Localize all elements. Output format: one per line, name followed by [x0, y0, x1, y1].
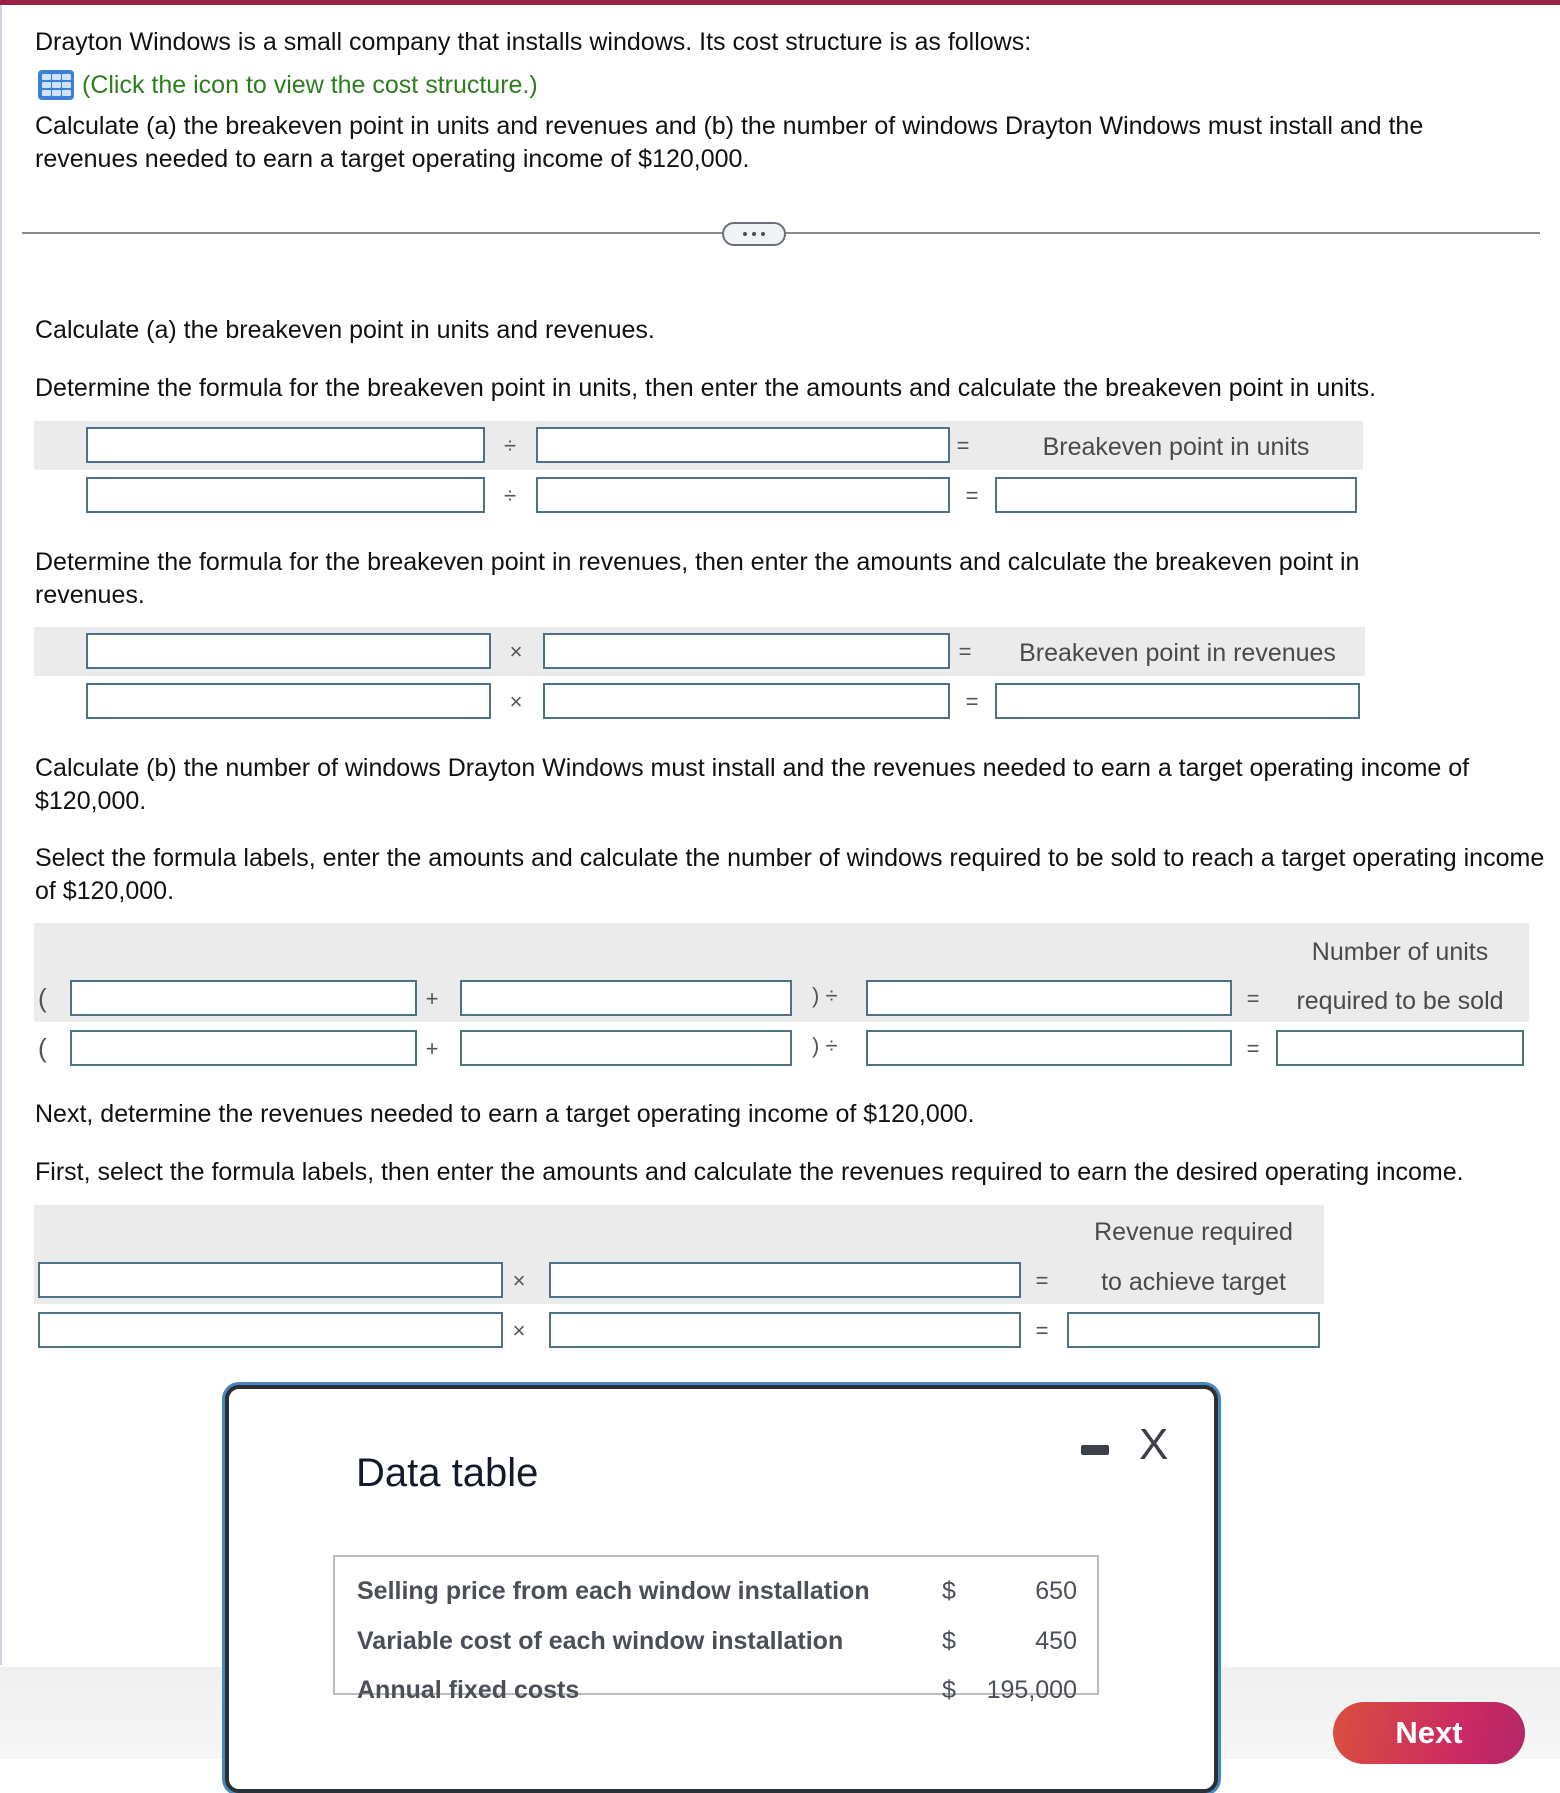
- part-b-revenues-instruction: First, select the formula labels, then e…: [35, 1158, 1464, 1186]
- multiply-operator: ×: [509, 689, 523, 714]
- equals-sign: =: [965, 689, 979, 714]
- part-b-revenues-intro: Next, determine the revenues needed to e…: [35, 1100, 975, 1128]
- part-b-heading: Calculate (b) the number of windows Dray…: [35, 754, 1470, 815]
- close-paren-divide: ) ÷: [812, 1033, 838, 1058]
- be-rev-result-input[interactable]: [995, 683, 1360, 719]
- part-a-revenues-instruction: Determine the formula for the breakeven …: [35, 548, 1360, 609]
- divide-operator: ÷: [503, 483, 517, 508]
- equals-sign: =: [958, 639, 972, 664]
- row-currency: $: [942, 1676, 956, 1704]
- cost-structure-link[interactable]: (Click the icon to view the cost structu…: [38, 70, 538, 100]
- units-required-label-line1: Number of units: [1311, 938, 1489, 966]
- cost-structure-link-text[interactable]: (Click the icon to view the cost structu…: [82, 71, 538, 100]
- close-paren-divide: ) ÷: [812, 983, 838, 1008]
- breakeven-revenues-label: Breakeven point in revenues: [1019, 639, 1336, 667]
- equals-sign: =: [1035, 1318, 1049, 1343]
- be-units-result-input[interactable]: [995, 477, 1357, 513]
- be-rev-amount-1-input[interactable]: [86, 683, 491, 719]
- target-rev-amount-1-input[interactable]: [38, 1312, 503, 1348]
- be-rev-amount-2-input[interactable]: [543, 683, 950, 719]
- row-currency: $: [942, 1627, 956, 1655]
- row-label: Selling price from each window installat…: [357, 1577, 870, 1605]
- revenue-required-label-line2: to achieve target: [1101, 1268, 1286, 1296]
- cost-structure-table: Selling price from each window installat…: [333, 1555, 1099, 1704]
- top-brand-bar: [0, 0, 1560, 5]
- target-units-label-3-input[interactable]: [866, 980, 1232, 1016]
- data-table-modal: Data table X Selling price from each win…: [225, 1385, 1218, 1793]
- intro-text: Drayton Windows is a small company that …: [35, 28, 1032, 56]
- row-label: Variable cost of each window installatio…: [357, 1627, 844, 1655]
- equals-sign: =: [956, 433, 970, 458]
- part-a-heading: Calculate (a) the breakeven point in uni…: [35, 316, 655, 344]
- target-units-amount-3-input[interactable]: [866, 1030, 1232, 1066]
- next-button[interactable]: Next: [1333, 1702, 1525, 1764]
- part-b-units-instruction: Select the formula labels, enter the amo…: [35, 844, 1545, 905]
- target-units-amount-1-input[interactable]: [70, 1030, 417, 1066]
- equals-sign: =: [1246, 1036, 1260, 1061]
- data-table-icon[interactable]: [38, 70, 74, 100]
- revenue-required-label-line1: Revenue required: [1094, 1218, 1293, 1246]
- target-rev-label-2-input[interactable]: [549, 1262, 1021, 1298]
- target-units-result-input[interactable]: [1276, 1030, 1524, 1066]
- row-value: 450: [1035, 1627, 1077, 1655]
- equals-sign: =: [1035, 1268, 1049, 1293]
- minimize-icon[interactable]: [1081, 1445, 1109, 1455]
- open-paren: (: [38, 1033, 47, 1063]
- breakeven-units-label: Breakeven point in units: [1042, 433, 1310, 461]
- row-currency: $: [942, 1577, 956, 1605]
- multiply-operator: ×: [509, 639, 523, 664]
- multiply-operator: ×: [512, 1318, 526, 1343]
- be-rev-label-1-input[interactable]: [86, 633, 491, 669]
- part-a-units-instruction: Determine the formula for the breakeven …: [35, 374, 1377, 402]
- modal-title: Data table: [356, 1451, 539, 1495]
- be-units-amount-1-input[interactable]: [86, 477, 485, 513]
- plus-operator: +: [425, 986, 439, 1011]
- be-units-label-2-input[interactable]: [536, 427, 950, 463]
- row-value: 650: [1035, 1577, 1077, 1605]
- multiply-operator: ×: [512, 1268, 526, 1293]
- be-units-amount-2-input[interactable]: [536, 477, 950, 513]
- units-required-label-line2: required to be sold: [1296, 987, 1504, 1015]
- equals-sign: =: [965, 483, 979, 508]
- plus-operator: +: [425, 1036, 439, 1061]
- be-units-label-1-input[interactable]: [86, 427, 485, 463]
- target-units-label-2-input[interactable]: [460, 980, 792, 1016]
- equals-sign: =: [1246, 986, 1260, 1011]
- expand-ellipsis-button[interactable]: [722, 222, 786, 246]
- target-rev-label-1-input[interactable]: [38, 1262, 503, 1298]
- be-rev-label-2-input[interactable]: [543, 633, 950, 669]
- target-units-label-1-input[interactable]: [70, 980, 417, 1016]
- left-border: [0, 5, 2, 1665]
- task-text: Calculate (a) the breakeven point in uni…: [35, 112, 1424, 173]
- row-value: 195,000: [986, 1676, 1077, 1704]
- divide-operator: ÷: [503, 433, 517, 458]
- target-units-amount-2-input[interactable]: [460, 1030, 792, 1066]
- target-rev-amount-2-input[interactable]: [549, 1312, 1021, 1348]
- close-icon[interactable]: X: [1139, 1423, 1168, 1467]
- row-label: Annual fixed costs: [357, 1676, 580, 1704]
- open-paren: (: [38, 983, 47, 1013]
- target-rev-result-input[interactable]: [1067, 1312, 1320, 1348]
